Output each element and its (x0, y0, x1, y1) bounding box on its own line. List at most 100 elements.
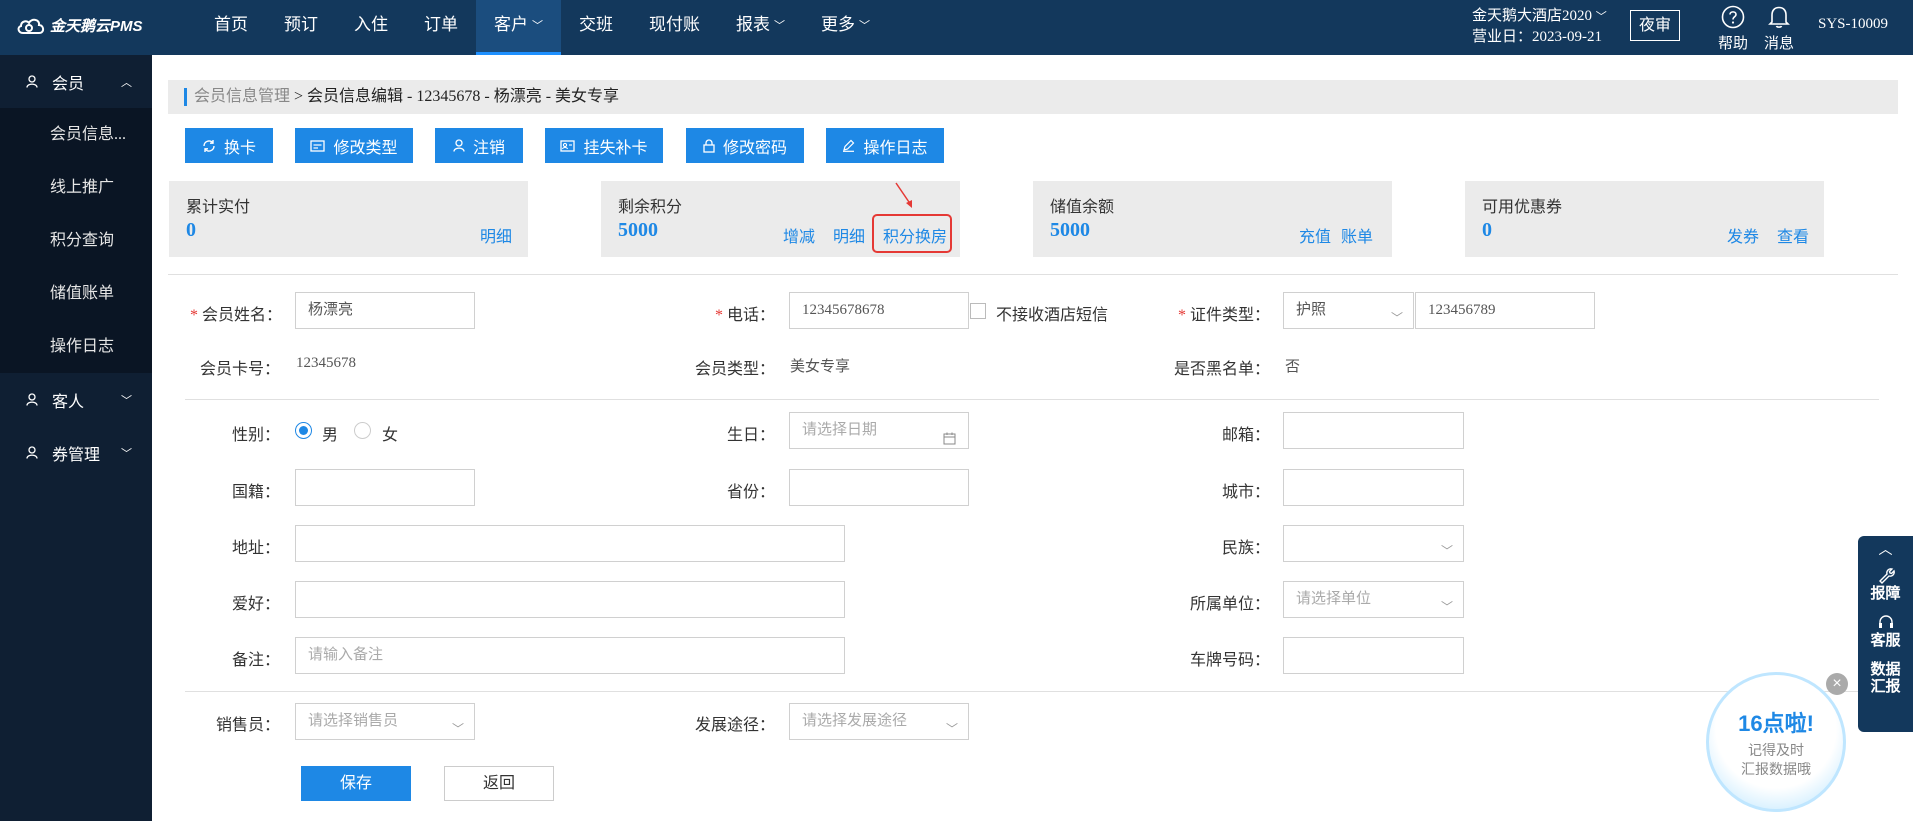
help-button[interactable]: 帮助 (1713, 2, 1753, 53)
sidebar-group-guest[interactable]: 客人 ﹀ (0, 373, 152, 426)
customer-service-button[interactable]: 客服 (1858, 613, 1913, 650)
divider (185, 399, 1879, 400)
data-report-button[interactable]: 数据 汇报 (1858, 662, 1913, 696)
cancel-membership-button[interactable]: 注销 (435, 128, 523, 163)
nav-shift[interactable]: 交班 (561, 0, 631, 55)
operation-log-button[interactable]: 操作日志 (826, 128, 944, 163)
change-type-button[interactable]: 修改类型 (295, 128, 413, 163)
sidebar-group-label: 客人 (52, 393, 85, 411)
address-input[interactable] (295, 525, 845, 562)
reminder-bubble[interactable]: 16点啦! 记得及时 汇报数据哦 (1706, 672, 1846, 812)
report-loss-reissue-button[interactable]: 挂失补卡 (545, 128, 663, 163)
sales-label: 销售员： (215, 717, 280, 734)
user-menu[interactable]: SYS-10009 (1818, 16, 1888, 33)
chevron-up-icon: ︿ (1878, 543, 1893, 558)
nav-orders[interactable]: 订单 (406, 0, 476, 55)
night-audit-button[interactable]: 夜审 (1630, 10, 1680, 41)
nav-more[interactable]: 更多 ﹀ (803, 0, 888, 55)
id-number-input[interactable]: 123456789 (1415, 292, 1595, 329)
bill-link[interactable]: 账单 (1341, 223, 1373, 247)
sidebar-group-coupon[interactable]: 券管理 ﹀ (0, 426, 152, 479)
chevron-down-icon: ﹀ (1595, 10, 1607, 23)
phone-input[interactable]: 12345678678 (789, 292, 969, 329)
chevron-down-icon: ﹀ (121, 447, 132, 460)
top-navbar: 金天鹅云PMS 首页 预订 入住 订单 客户 ﹀ 交班 现付账 报表 ﹀ 更多 ﹀ 金… (0, 0, 1913, 55)
breadcrumb-parent-link[interactable]: 会员信息管理 (194, 88, 290, 105)
birthday-label: 生日： (726, 427, 775, 444)
sidebar: 会员 ︿ 会员信息... 线上推广 积分查询 储值账单 操作日志 客人 ﹀ 券管… (0, 55, 152, 821)
nav-booking[interactable]: 预订 (266, 0, 336, 55)
save-button[interactable]: 保存 (301, 766, 411, 801)
recharge-link[interactable]: 充值 (1299, 223, 1331, 247)
annotation-arrow (895, 182, 912, 208)
logo-text: 金天鹅云PMS (50, 18, 143, 35)
sidebar-item-stored-value-bill[interactable]: 储值账单 (0, 267, 152, 320)
sidebar-submenu: 会员信息... 线上推广 积分查询 储值账单 操作日志 (0, 108, 152, 373)
hobby-input[interactable] (295, 581, 845, 618)
card-value: 0 (1482, 219, 1492, 241)
card-icon (310, 139, 326, 152)
company-select[interactable]: 请选择单位 ﹀ (1283, 581, 1464, 618)
remark-input[interactable]: 请输入备注 (295, 637, 845, 674)
chevron-down-icon: ﹀ (1390, 311, 1403, 325)
province-input[interactable] (789, 469, 969, 506)
nationality-input[interactable] (295, 469, 475, 506)
change-password-button[interactable]: 修改密码 (686, 128, 804, 163)
headset-icon (1858, 613, 1913, 633)
email-input[interactable] (1283, 412, 1464, 449)
paid-total-card: 累计实付 0 明细 (169, 181, 528, 257)
card-no-value: 12345678 (296, 355, 356, 371)
issue-coupon-link[interactable]: 发券 (1727, 223, 1759, 247)
nav-reports[interactable]: 报表 ﹀ (718, 0, 803, 55)
no-sms-checkbox[interactable] (970, 303, 986, 319)
no-sms-label: 不接收酒店短信 (996, 307, 1109, 324)
main-nav: 首页 预订 入住 订单 客户 ﹀ 交班 现付账 报表 ﹀ 更多 ﹀ (196, 0, 888, 55)
card-title: 可用优惠券 (1482, 199, 1563, 216)
remark-label: 备注： (231, 652, 280, 669)
nav-cash-account[interactable]: 现付账 (631, 0, 718, 55)
plate-input[interactable] (1283, 637, 1464, 674)
birthday-date-picker[interactable]: 请选择日期 (789, 412, 969, 449)
hotel-selector[interactable]: 金天鹅大酒店2020 ﹀ 营业日：2023-09-21 (1472, 6, 1607, 47)
back-button[interactable]: 返回 (444, 766, 554, 801)
chevron-down-icon: ﹀ (1440, 544, 1453, 558)
chevron-down-icon: ﹀ (945, 722, 958, 736)
sidebar-group-member[interactable]: 会员 ︿ (0, 55, 152, 108)
sidebar-item-points-query[interactable]: 积分查询 (0, 214, 152, 267)
sidebar-item-online-promo[interactable]: 线上推广 (0, 161, 152, 214)
blacklist-label: 是否黑名单： (1173, 361, 1270, 378)
report-fault-button[interactable]: 报障 (1858, 566, 1913, 603)
gender-female-label: 女 (382, 427, 399, 444)
lock-icon (703, 138, 715, 153)
reminder-title: 16点啦! (1738, 711, 1814, 736)
channel-select[interactable]: 请选择发展途径 ﹀ (789, 703, 969, 740)
nav-home[interactable]: 首页 (196, 0, 266, 55)
points-details-link[interactable]: 明细 (833, 223, 865, 247)
annotation-highlight-box (872, 214, 952, 253)
change-card-button[interactable]: 换卡 (185, 128, 273, 163)
id-type-label: * 证件类型： (1177, 307, 1270, 324)
nav-checkin[interactable]: 入住 (336, 0, 406, 55)
logo[interactable]: 金天鹅云PMS (16, 15, 143, 36)
id-type-select[interactable]: 护照 ﹀ (1283, 292, 1414, 329)
business-date: 营业日：2023-09-21 (1472, 28, 1602, 45)
sidebar-item-member-info[interactable]: 会员信息... (0, 108, 152, 161)
collapse-panel-button[interactable]: ︿ (1858, 536, 1913, 562)
close-icon[interactable]: × (1826, 673, 1848, 695)
reminder-line2: 汇报数据哦 (1741, 763, 1811, 778)
gender-male-radio[interactable] (295, 422, 312, 439)
card-no-label: 会员卡号： (199, 361, 280, 378)
paid-details-link[interactable]: 明细 (480, 223, 512, 247)
user-icon (26, 393, 38, 406)
nav-customers[interactable]: 客户 ﹀ (476, 0, 561, 55)
gender-female-radio[interactable] (354, 422, 371, 439)
sales-select[interactable]: 请选择销售员 ﹀ (295, 703, 475, 740)
sidebar-item-operation-log[interactable]: 操作日志 (0, 320, 152, 373)
chevron-down-icon: ﹀ (451, 722, 464, 736)
messages-button[interactable]: 消息 (1759, 2, 1799, 53)
ethnic-select[interactable]: ﹀ (1283, 525, 1464, 562)
points-adjust-link[interactable]: 增减 (783, 223, 815, 247)
member-name-input[interactable]: 杨漂亮 (295, 292, 475, 329)
view-coupons-link[interactable]: 查看 (1777, 223, 1809, 247)
city-input[interactable] (1283, 469, 1464, 506)
